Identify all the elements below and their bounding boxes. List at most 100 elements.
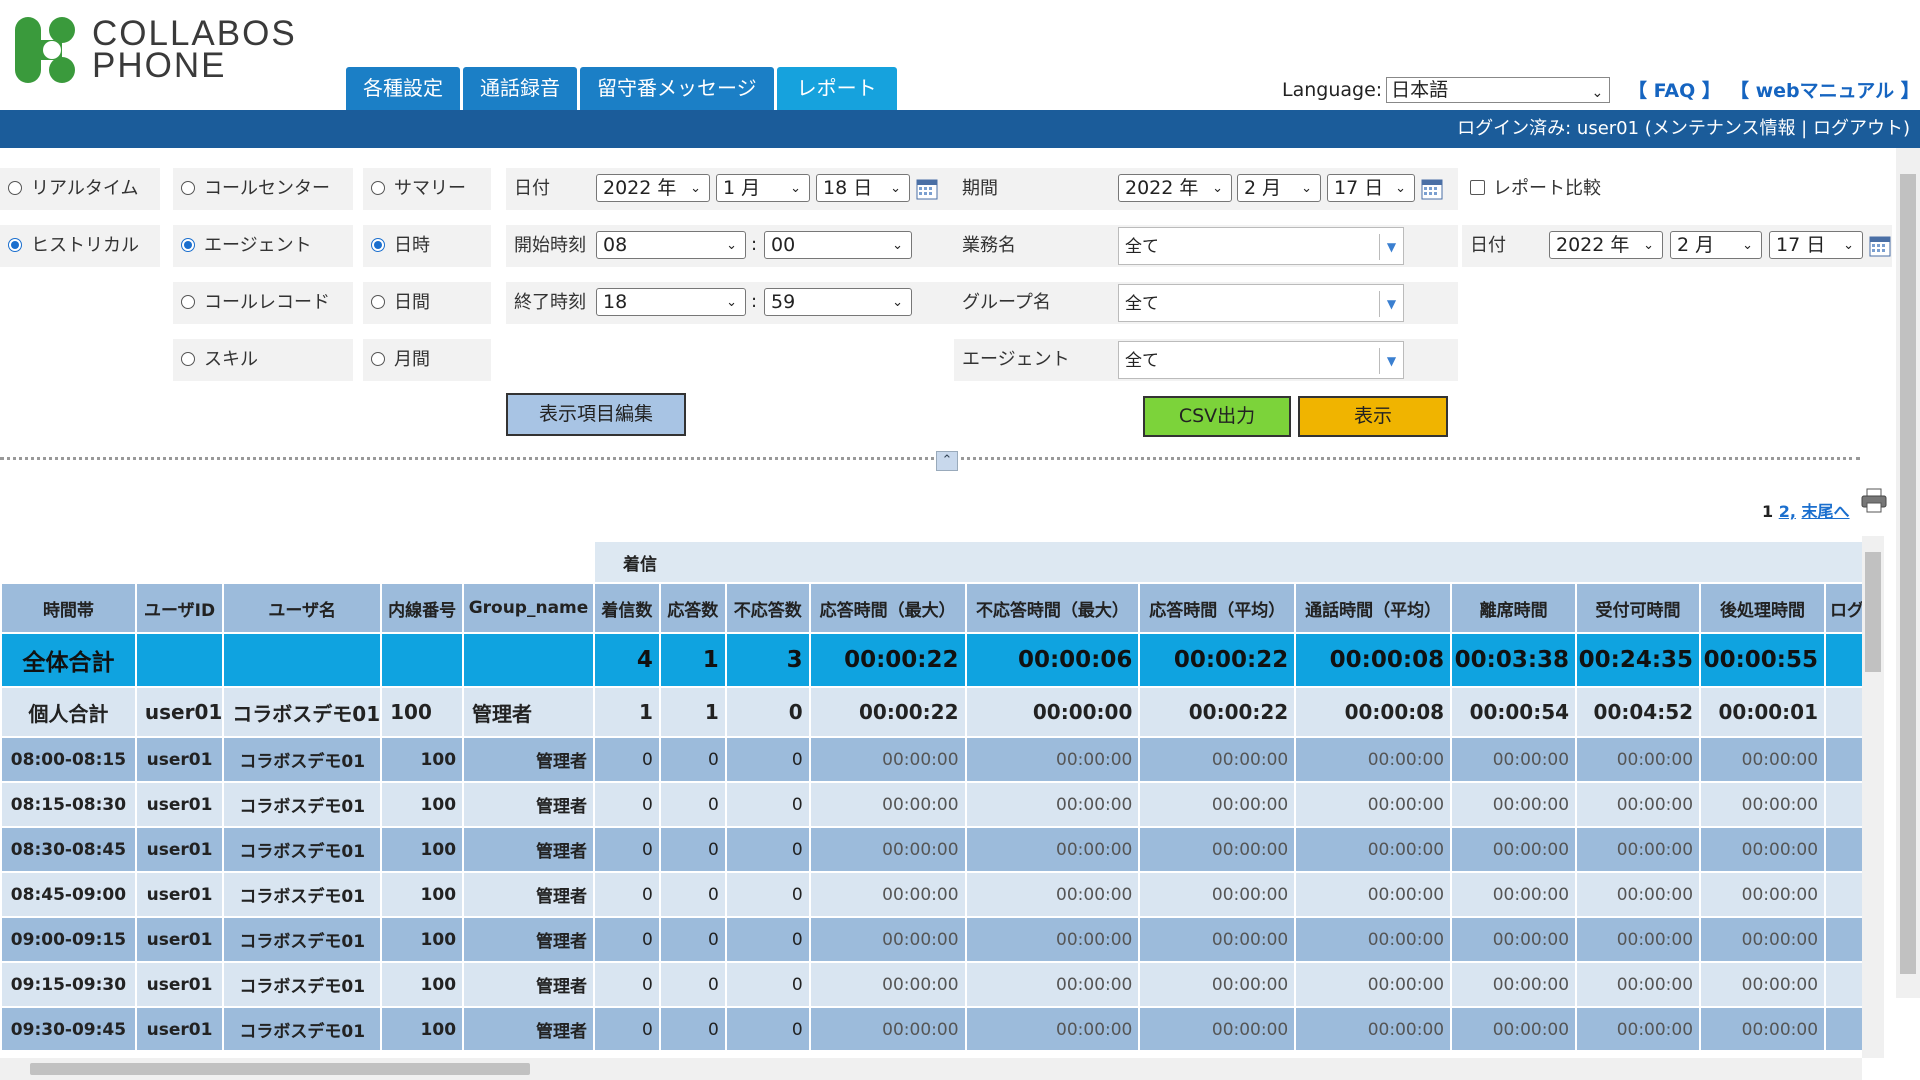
csv-export-button[interactable]: CSV出力 <box>1143 396 1291 437</box>
tab-report[interactable]: レポート <box>776 67 897 110</box>
date2-year-select[interactable]: 2022 年 ⌄ <box>1549 231 1663 259</box>
col-header-answer-avg[interactable]: 応答時間（平均） <box>1138 582 1297 634</box>
row-unanswer-max: 00:00:00 <box>964 1006 1141 1050</box>
row-answer-avg: 00:00:00 <box>1138 916 1297 963</box>
pager-next-link[interactable]: 2, <box>1779 502 1796 521</box>
edit-columns-button[interactable]: 表示項目編集 <box>506 393 686 436</box>
tab-settings[interactable]: 各種設定 <box>346 67 460 110</box>
col-header-timeslot[interactable]: 時間帯 <box>0 582 137 634</box>
language-select[interactable]: 日本語 ⌄ <box>1386 77 1611 103</box>
end-minute-select[interactable]: 59 ⌄ <box>764 288 912 316</box>
total-row: 全体合計 4 1 3 00:00:22 00:00:06 00:00:22 00… <box>0 632 1886 688</box>
row-away: 00:00:00 <box>1450 736 1578 783</box>
table-row: 08:45-09:00 user01 コラボスデモ01 100 管理者 0 0 0 00:00:… <box>0 871 1886 918</box>
period-day-select[interactable]: 17 日 ⌄ <box>1327 174 1415 202</box>
manual-link[interactable]: 【 webマニュアル 】 <box>1730 76 1920 103</box>
group-combo[interactable]: 全て ▼ <box>1118 284 1404 322</box>
row-talk-avg: 00:00:00 <box>1294 781 1453 828</box>
col-header-group[interactable]: Group_name <box>462 582 595 634</box>
row-answered: 0 <box>658 916 727 963</box>
period-month-select[interactable]: 2 月 ⌄ <box>1237 174 1321 202</box>
chevron-down-icon: ⌄ <box>1643 238 1654 253</box>
table-scrollbar-thumb[interactable] <box>1865 552 1881 672</box>
col-header-user-name[interactable]: ユーザ名 <box>222 582 383 634</box>
col-header-ready[interactable]: 受付可時間 <box>1575 582 1702 634</box>
col-header-unanswer-max[interactable]: 不応答時間（最大） <box>964 582 1141 634</box>
col-header-user-id[interactable]: ユーザID <box>134 582 225 634</box>
total-unanswer-max: 00:00:06 <box>964 632 1141 688</box>
page-scrollbar-thumb[interactable] <box>1900 174 1916 974</box>
date-day-select[interactable]: 18 日 ⌄ <box>816 174 910 202</box>
col-header-extension[interactable]: 内線番号 <box>380 582 465 634</box>
col-header-talk-avg[interactable]: 通話時間（平均） <box>1294 582 1453 634</box>
radio-daily-label: 日間 <box>394 292 430 313</box>
table-scrollbar[interactable] <box>1862 536 1884 1058</box>
header: COLLABOS PHONE 各種設定 通話録音 留守番メッセージ レポート L… <box>0 0 1920 110</box>
row-unanswered: 0 <box>724 736 811 783</box>
colon-separator: : <box>751 234 758 255</box>
date2-day-select[interactable]: 17 日 ⌄ <box>1769 231 1863 259</box>
start-minute-select[interactable]: 00 ⌄ <box>764 231 912 259</box>
faq-link[interactable]: 【 FAQ 】 <box>1628 76 1721 103</box>
radio-summary[interactable]: サマリー <box>363 168 491 210</box>
radio-daily[interactable]: 日間 <box>363 282 491 324</box>
col-header-unanswered[interactable]: 不応答数 <box>724 582 811 634</box>
logo-line2: PHONE <box>92 46 227 85</box>
report-table: 着信 時間帯 ユーザID ユーザ名 内線番号 Group_name 着信数 応答… <box>0 540 1886 1050</box>
col-header-answered[interactable]: 応答数 <box>658 582 727 634</box>
row-user-id: user01 <box>134 871 225 918</box>
logo-mark-icon <box>15 17 75 83</box>
row-unanswer-max: 00:00:00 <box>964 781 1141 828</box>
compare-label: レポート比較 <box>1493 178 1601 199</box>
start-hour-select[interactable]: 08 ⌄ <box>596 231 746 259</box>
horizontal-scrollbar[interactable] <box>0 1058 1862 1080</box>
horizontal-scrollbar-thumb[interactable] <box>30 1063 530 1075</box>
date-month-select[interactable]: 1 月 ⌄ <box>716 174 810 202</box>
pager-last-link[interactable]: 末尾へ <box>1802 502 1850 521</box>
logo[interactable]: COLLABOS PHONE <box>8 12 338 86</box>
business-combo[interactable]: 全て ▼ <box>1118 227 1404 265</box>
table-body: 08:00-08:15 user01 コラボスデモ01 100 管理者 0 0 0 00:00:… <box>0 736 1886 1050</box>
compare-option[interactable]: レポート比較 <box>1462 168 1892 210</box>
page-scrollbar[interactable] <box>1896 148 1920 998</box>
radio-realtime[interactable]: リアルタイム <box>0 168 160 210</box>
agent-label: エージェント <box>962 349 1070 370</box>
radio-icon <box>181 181 195 195</box>
date-year-select[interactable]: 2022 年 ⌄ <box>596 174 710 202</box>
row-unanswer-max: 00:00:00 <box>964 736 1141 783</box>
row-aftercall: 00:00:00 <box>1699 916 1827 963</box>
tab-recordings[interactable]: 通話録音 <box>463 67 577 110</box>
chevron-down-icon: ⌄ <box>1395 181 1406 196</box>
total-ready: 00:24:35 <box>1575 632 1702 688</box>
end-hour-select[interactable]: 18 ⌄ <box>596 288 746 316</box>
calendar-icon[interactable] <box>1421 178 1443 200</box>
col-header-away[interactable]: 離席時間 <box>1450 582 1578 634</box>
print-icon[interactable] <box>1860 488 1888 514</box>
radio-skill[interactable]: スキル <box>173 339 353 381</box>
calendar-icon[interactable] <box>1869 235 1891 257</box>
row-away: 00:00:00 <box>1450 871 1578 918</box>
radio-historical[interactable]: ヒストリカル <box>0 225 160 267</box>
row-user-id: user01 <box>134 781 225 828</box>
row-answer-avg: 00:00:00 <box>1138 961 1297 1008</box>
col-header-answer-max[interactable]: 応答時間（最大） <box>808 582 967 634</box>
tab-voicemail[interactable]: 留守番メッセージ <box>580 67 774 110</box>
radio-callcenter[interactable]: コールセンター <box>173 168 353 210</box>
radio-datetime[interactable]: 日時 <box>363 225 491 267</box>
login-status[interactable]: ログイン済み: user01 (メンテナンス情報 | ログアウト) <box>1457 118 1910 139</box>
radio-monthly[interactable]: 月間 <box>363 339 491 381</box>
radio-callrecord[interactable]: コールレコード <box>173 282 353 324</box>
date2-month-select[interactable]: 2 月 ⌄ <box>1670 231 1762 259</box>
filter-divider <box>0 457 1860 460</box>
col-header-calls[interactable]: 着信数 <box>592 582 661 634</box>
calendar-icon[interactable] <box>916 178 938 200</box>
show-button[interactable]: 表示 <box>1298 396 1448 437</box>
col-header-aftercall[interactable]: 後処理時間 <box>1699 582 1827 634</box>
agent-combo[interactable]: 全て ▼ <box>1118 341 1404 379</box>
collapse-toggle-icon[interactable]: ⌃ <box>936 451 958 471</box>
radio-agent[interactable]: エージェント <box>173 225 353 267</box>
radio-checked-icon <box>181 238 195 252</box>
row-user-name: コラボスデモ01 <box>222 1006 383 1050</box>
chevron-down-icon: ⌄ <box>1742 238 1753 253</box>
period-year-select[interactable]: 2022 年 ⌄ <box>1118 174 1232 202</box>
